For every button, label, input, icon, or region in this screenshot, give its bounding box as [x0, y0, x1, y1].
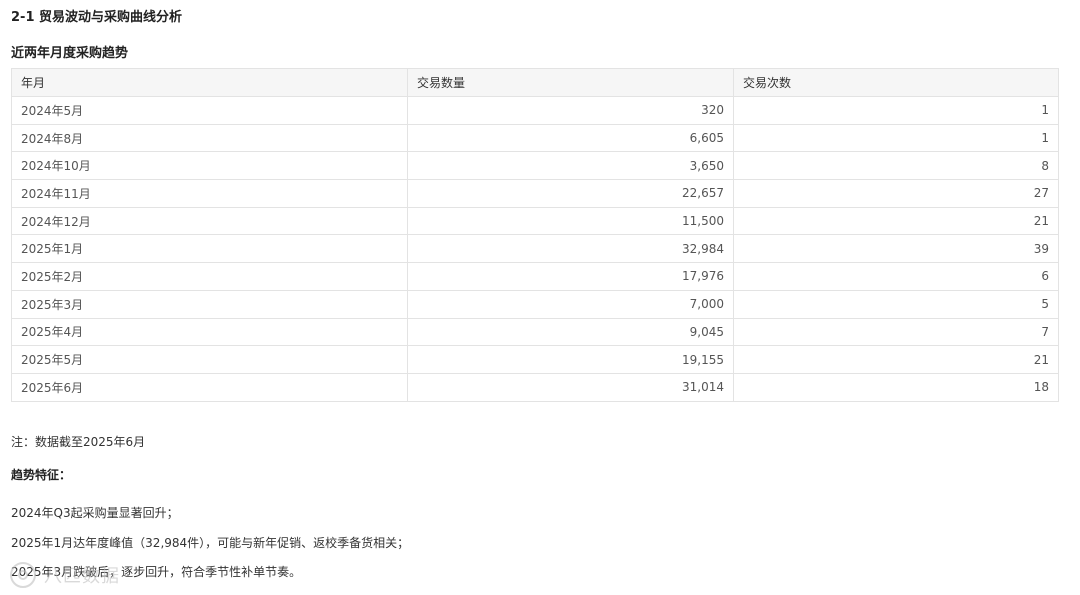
table-row: 2024年8月 6,605 1	[11, 123, 1059, 153]
purchase-trend-table: 年月 交易数量 交易次数 2024年5月 320 1 2024年8月 6,605 1 202…	[11, 68, 1059, 402]
cell-count: 18	[733, 372, 1059, 402]
cell-count: 5	[733, 289, 1059, 319]
cell-month: 2024年8月	[11, 123, 408, 153]
cell-month: 2025年4月	[11, 317, 408, 347]
watermark: 八匹数据	[10, 562, 120, 588]
table-row: 2025年4月 9,045 7	[11, 317, 1059, 347]
column-header-count: 交易次数	[733, 68, 1059, 97]
column-header-month: 年月	[11, 68, 408, 97]
cell-count: 21	[733, 345, 1059, 374]
table-title: 近两年月度采购趋势	[11, 46, 129, 61]
cell-quantity: 3,650	[407, 151, 734, 181]
logo-icon	[10, 562, 36, 588]
cell-quantity: 17,976	[407, 262, 734, 291]
cell-quantity: 19,155	[407, 345, 734, 374]
table-body: 2024年5月 320 1 2024年8月 6,605 1 2024年10月 3,650 8 20…	[11, 96, 1059, 402]
table-row: 2025年1月 32,984 39	[11, 234, 1059, 264]
cell-month: 2025年2月	[11, 262, 408, 291]
cell-month: 2024年11月	[11, 179, 408, 208]
table-header-row: 年月 交易数量 交易次数	[11, 68, 1059, 97]
data-note: 注：数据截至2025年6月	[11, 435, 146, 449]
table-row: 2025年6月 31,014 18	[11, 372, 1059, 402]
cell-month: 2025年5月	[11, 345, 408, 374]
cell-quantity: 7,000	[407, 289, 734, 319]
cell-count: 27	[733, 179, 1059, 208]
cell-quantity: 9,045	[407, 317, 734, 347]
table-row: 2024年5月 320 1	[11, 96, 1059, 125]
cell-month: 2025年3月	[11, 289, 408, 319]
table-row: 2025年5月 19,155 21	[11, 345, 1059, 374]
trend-item: 2025年1月达年度峰值（32,984件），可能与新年促销、返校季备货相关；	[11, 535, 410, 550]
section-title: 2-1 贸易波动与采购曲线分析	[11, 10, 183, 25]
cell-quantity: 320	[407, 96, 734, 125]
cell-quantity: 22,657	[407, 179, 734, 208]
cell-month: 2025年6月	[11, 372, 408, 402]
cell-quantity: 32,984	[407, 234, 734, 264]
cell-count: 39	[733, 234, 1059, 264]
table-row: 2025年2月 17,976 6	[11, 262, 1059, 291]
cell-month: 2024年12月	[11, 206, 408, 236]
table-row: 2025年3月 7,000 5	[11, 289, 1059, 319]
cell-month: 2024年10月	[11, 151, 408, 181]
trend-item: 2024年Q3起采购量显著回升；	[11, 506, 179, 520]
column-header-quantity: 交易数量	[407, 68, 734, 97]
cell-count: 1	[733, 123, 1059, 153]
cell-month: 2024年5月	[11, 96, 408, 125]
trend-heading: 趋势特征：	[11, 468, 72, 482]
cell-quantity: 6,605	[407, 123, 734, 153]
table-row: 2024年11月 22,657 27	[11, 179, 1059, 208]
cell-quantity: 31,014	[407, 372, 734, 402]
table-row: 2024年10月 3,650 8	[11, 151, 1059, 181]
cell-count: 21	[733, 206, 1059, 236]
cell-count: 1	[733, 96, 1059, 125]
cell-count: 8	[733, 151, 1059, 181]
cell-month: 2025年1月	[11, 234, 408, 264]
cell-count: 7	[733, 317, 1059, 347]
cell-count: 6	[733, 262, 1059, 291]
cell-quantity: 11,500	[407, 206, 734, 236]
watermark-text: 八匹数据	[44, 566, 120, 587]
table-row: 2024年12月 11,500 21	[11, 206, 1059, 236]
